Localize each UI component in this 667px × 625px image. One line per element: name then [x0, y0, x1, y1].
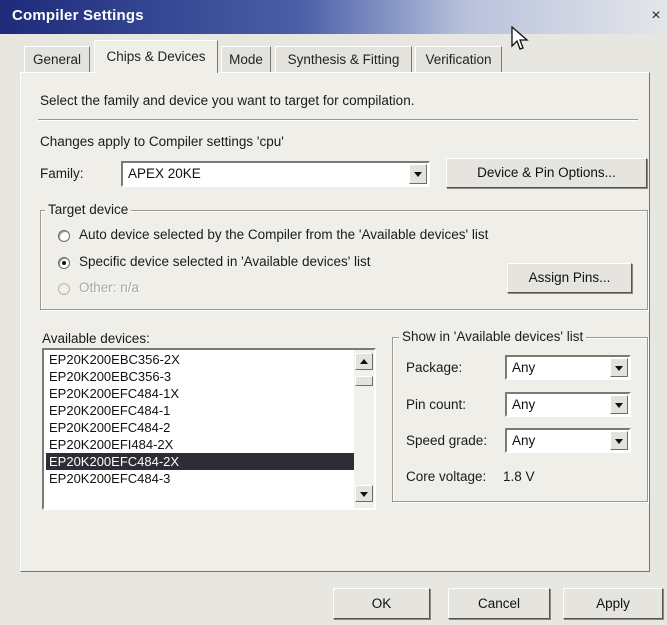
available-devices-label: Available devices: [42, 331, 150, 346]
instruction-text: Select the family and device you want to… [40, 93, 415, 108]
list-item[interactable]: EP20K200EFI484-2X [46, 436, 356, 453]
chevron-down-icon[interactable] [610, 431, 628, 450]
radio-specific-device[interactable] [58, 257, 70, 269]
chevron-down-icon[interactable] [409, 164, 427, 184]
package-select[interactable]: Any [505, 355, 631, 380]
package-value: Any [512, 360, 536, 375]
changes-note: Changes apply to Compiler settings 'cpu' [40, 134, 284, 149]
radio-auto-label: Auto device selected by the Compiler fro… [79, 227, 489, 242]
tab-verification[interactable]: Verification [415, 46, 502, 72]
radio-specific-label: Specific device selected in 'Available d… [79, 254, 371, 269]
ok-button[interactable]: OK [333, 588, 430, 619]
pin-count-label: Pin count: [406, 397, 467, 412]
list-item[interactable]: EP20K200EBC356-2X [46, 351, 356, 368]
scroll-down-icon[interactable] [355, 485, 373, 502]
list-item[interactable]: EP20K200EBC356-3 [46, 368, 356, 385]
list-item-selected[interactable]: EP20K200EFC484-2X [46, 453, 356, 470]
core-voltage-value: 1.8 V [503, 469, 535, 484]
chevron-down-icon[interactable] [610, 395, 628, 414]
tab-general[interactable]: General [24, 46, 90, 72]
family-value: APEX 20KE [128, 166, 201, 181]
tab-synthesis-fitting[interactable]: Synthesis & Fitting [275, 46, 412, 72]
tab-mode[interactable]: Mode [221, 46, 271, 72]
close-icon[interactable]: × [648, 8, 664, 24]
speed-grade-label: Speed grade: [406, 433, 488, 448]
speed-grade-value: Any [512, 433, 536, 448]
list-item-partial[interactable] [46, 488, 356, 498]
chevron-down-icon[interactable] [610, 358, 628, 377]
speed-grade-select[interactable]: Any [505, 428, 631, 453]
scroll-up-icon[interactable] [355, 353, 373, 370]
radio-other-device [58, 283, 70, 295]
mouse-pointer-icon [511, 25, 529, 55]
radio-other-label: Other: n/a [79, 280, 140, 295]
device-pin-options-button[interactable]: Device & Pin Options... [446, 158, 647, 188]
core-voltage-label: Core voltage: [406, 469, 487, 484]
divider [38, 119, 638, 121]
assign-pins-button[interactable]: Assign Pins... [507, 263, 632, 293]
tab-chips-devices[interactable]: Chips & Devices [94, 40, 218, 73]
scroll-thumb[interactable] [355, 376, 373, 386]
window-title: Compiler Settings [12, 7, 144, 24]
apply-button[interactable]: Apply [563, 588, 663, 619]
list-item[interactable]: EP20K200EFC484-1X [46, 385, 356, 402]
available-devices-list[interactable]: EP20K200EBC356-2X EP20K200EBC356-3 EP20K… [42, 348, 376, 510]
radio-auto-device[interactable] [58, 230, 70, 242]
cancel-button[interactable]: Cancel [448, 588, 550, 619]
family-label: Family: [40, 166, 84, 181]
show-in-list-title: Show in 'Available devices' list [399, 329, 587, 344]
family-select[interactable]: APEX 20KE [121, 161, 430, 187]
list-item[interactable]: EP20K200EFC484-3 [46, 470, 356, 487]
list-item[interactable]: EP20K200EFC484-2 [46, 419, 356, 436]
pin-count-select[interactable]: Any [505, 392, 631, 417]
target-device-title: Target device [45, 202, 132, 217]
package-label: Package: [406, 360, 463, 375]
list-scrollbar[interactable] [354, 350, 374, 508]
pin-count-value: Any [512, 397, 536, 412]
list-item[interactable]: EP20K200EFC484-1 [46, 402, 356, 419]
